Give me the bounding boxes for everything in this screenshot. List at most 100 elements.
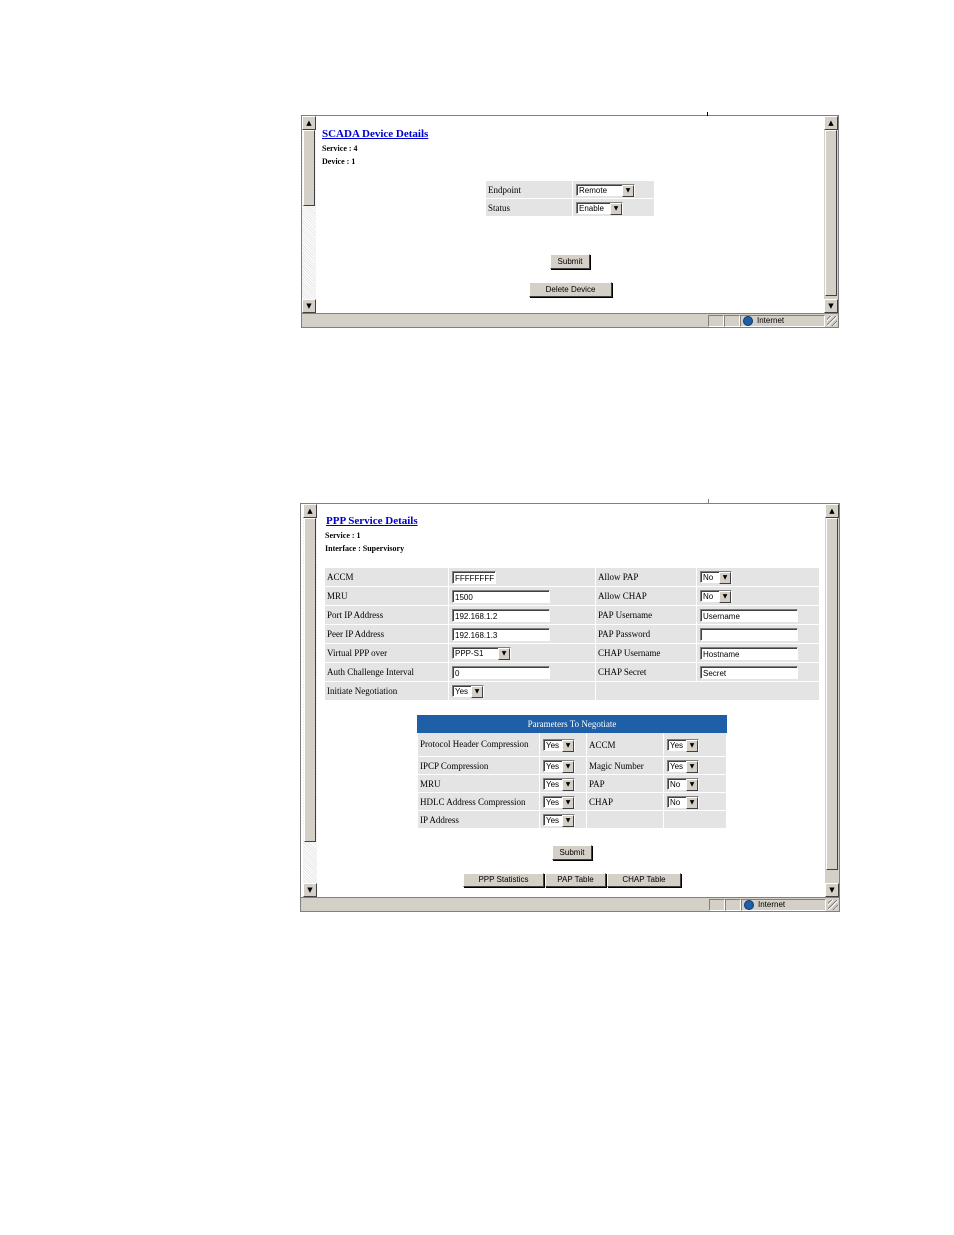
ipcp-compression-select[interactable]: Yes ▼ (543, 759, 575, 773)
resize-grip-icon[interactable] (828, 900, 838, 910)
chap-negotiate-label: CHAP (586, 792, 664, 811)
globe-icon (743, 316, 753, 326)
empty-cell (586, 810, 664, 829)
dropdown-arrow-icon[interactable]: ▼ (471, 685, 483, 698)
pap-negotiate-select[interactable]: No ▼ (667, 777, 699, 791)
tab-ppp-statistics[interactable]: PPP Statistics (463, 873, 544, 887)
dropdown-arrow-icon[interactable]: ▼ (562, 778, 574, 791)
page-title[interactable]: SCADA Device Details (322, 128, 428, 140)
port-ip-label: Port IP Address (324, 605, 449, 625)
dropdown-arrow-icon[interactable]: ▼ (498, 647, 510, 660)
submit-button[interactable]: Submit (552, 845, 592, 860)
interface-label: Interface : Supervisory (325, 544, 405, 553)
globe-icon (744, 900, 754, 910)
virtual-ppp-select[interactable]: PPP-S1 ▼ (452, 646, 511, 660)
device-label: Device : 1 (322, 157, 356, 166)
dropdown-arrow-icon[interactable]: ▼ (686, 760, 698, 773)
status-select[interactable]: Enable ▼ (576, 201, 623, 215)
endpoint-label: Endpoint (485, 180, 573, 199)
service-label: Service : 4 (322, 144, 358, 153)
pap-username-input[interactable]: Username (700, 608, 798, 622)
left-scrollbar[interactable]: ▲ ▼ (303, 504, 317, 897)
page-title[interactable]: PPP Service Details (326, 515, 418, 527)
mru-negotiate-label: MRU (417, 774, 540, 793)
accm-label: ACCM (324, 567, 449, 587)
device-settings-table: Endpoint Remote ▼ Status Enable ▼ (485, 180, 655, 217)
dropdown-arrow-icon[interactable]: ▼ (610, 202, 622, 215)
internet-zone: Internet (740, 315, 825, 327)
auth-challenge-input[interactable]: 0 (452, 665, 550, 679)
dropdown-arrow-icon[interactable]: ▼ (622, 184, 634, 197)
right-scrollbar[interactable]: ▲ ▼ (824, 116, 838, 313)
dropdown-arrow-icon[interactable]: ▼ (686, 739, 698, 752)
cursor-mark (707, 112, 708, 116)
virtual-ppp-label: Virtual PPP over (324, 643, 449, 663)
negotiate-table: Parameters To Negotiate Protocol Header … (417, 715, 727, 829)
left-scrollbar[interactable]: ▲ ▼ (302, 116, 316, 313)
pap-negotiate-label: PAP (586, 774, 664, 793)
scroll-down-icon[interactable]: ▼ (303, 883, 317, 897)
magic-number-select[interactable]: Yes ▼ (667, 759, 699, 773)
endpoint-select[interactable]: Remote ▼ (576, 183, 635, 197)
dropdown-arrow-icon[interactable]: ▼ (686, 796, 698, 809)
dropdown-arrow-icon[interactable]: ▼ (562, 814, 574, 827)
negotiate-header: Parameters To Negotiate (417, 715, 727, 733)
allow-pap-label: Allow PAP (595, 567, 697, 587)
dropdown-arrow-icon[interactable]: ▼ (562, 796, 574, 809)
chap-username-input[interactable]: Hostname (700, 646, 798, 660)
delete-device-button[interactable]: Delete Device (529, 282, 612, 297)
accm-negotiate-select[interactable]: Yes ▼ (667, 738, 699, 752)
protocol-header-compression-label: Protocol Header Compression (417, 732, 540, 757)
status-label: Status (485, 198, 573, 217)
hdlc-address-compression-select[interactable]: Yes ▼ (543, 795, 575, 809)
dropdown-arrow-icon[interactable]: ▼ (686, 778, 698, 791)
mru-negotiate-select[interactable]: Yes ▼ (543, 777, 575, 791)
tab-pap-table[interactable]: PAP Table (545, 873, 606, 887)
pap-password-input[interactable] (700, 627, 798, 641)
right-scrollbar[interactable]: ▲ ▼ (825, 504, 839, 897)
service-label: Service : 1 (325, 531, 361, 540)
allow-pap-select[interactable]: No ▼ (700, 570, 732, 584)
scroll-down-icon[interactable]: ▼ (824, 299, 838, 313)
hdlc-address-compression-label: HDLC Address Compression (417, 792, 540, 811)
initiate-negotiation-select[interactable]: Yes ▼ (452, 684, 484, 698)
ipcp-compression-label: IPCP Compression (417, 756, 540, 775)
submit-button[interactable]: Submit (550, 254, 590, 269)
mru-input[interactable]: 1500 (452, 589, 550, 603)
allow-chap-select[interactable]: No ▼ (700, 589, 732, 603)
ppp-service-window: ▲ ▼ ▲ ▼ PPP Service Details Service : 1 … (300, 499, 840, 912)
scada-device-window: ▲ ▼ ▲ ▼ SCADA Device Details Service : 4… (301, 112, 839, 328)
dropdown-arrow-icon[interactable]: ▼ (562, 739, 574, 752)
allow-chap-label: Allow CHAP (595, 586, 697, 606)
ip-address-negotiate-select[interactable]: Yes ▼ (543, 813, 575, 827)
pap-username-label: PAP Username (595, 605, 697, 625)
scroll-up-icon[interactable]: ▲ (825, 504, 839, 518)
scroll-down-icon[interactable]: ▼ (302, 299, 316, 313)
mru-label: MRU (324, 586, 449, 606)
peer-ip-input[interactable]: 192.168.1.3 (452, 627, 550, 641)
dropdown-arrow-icon[interactable]: ▼ (719, 590, 731, 603)
scroll-up-icon[interactable]: ▲ (302, 116, 316, 130)
empty-cell (595, 681, 820, 701)
protocol-header-compression-select[interactable]: Yes ▼ (543, 738, 575, 752)
tab-chap-table[interactable]: CHAP Table (607, 873, 681, 887)
scroll-up-icon[interactable]: ▲ (303, 504, 317, 518)
chap-secret-input[interactable]: Secret (700, 665, 798, 679)
ip-address-negotiate-label: IP Address (417, 810, 540, 829)
scroll-down-icon[interactable]: ▼ (825, 883, 839, 897)
accm-input[interactable]: FFFFFFFF (452, 570, 496, 584)
dropdown-arrow-icon[interactable]: ▼ (562, 760, 574, 773)
initiate-negotiation-label: Initiate Negotiation (324, 681, 449, 701)
chap-negotiate-select[interactable]: No ▼ (667, 795, 699, 809)
status-bar: Internet (302, 313, 838, 327)
scroll-up-icon[interactable]: ▲ (824, 116, 838, 130)
resize-grip-icon[interactable] (827, 316, 837, 326)
internet-zone: Internet (741, 899, 826, 911)
ppp-settings-table: ACCM FFFFFFFF Allow PAP No ▼ MRU 1500 All… (324, 567, 820, 701)
chap-username-label: CHAP Username (595, 643, 697, 663)
pap-password-label: PAP Password (595, 624, 697, 644)
port-ip-input[interactable]: 192.168.1.2 (452, 608, 550, 622)
dropdown-arrow-icon[interactable]: ▼ (719, 571, 731, 584)
empty-cell (663, 810, 727, 829)
cursor-mark (708, 499, 709, 503)
